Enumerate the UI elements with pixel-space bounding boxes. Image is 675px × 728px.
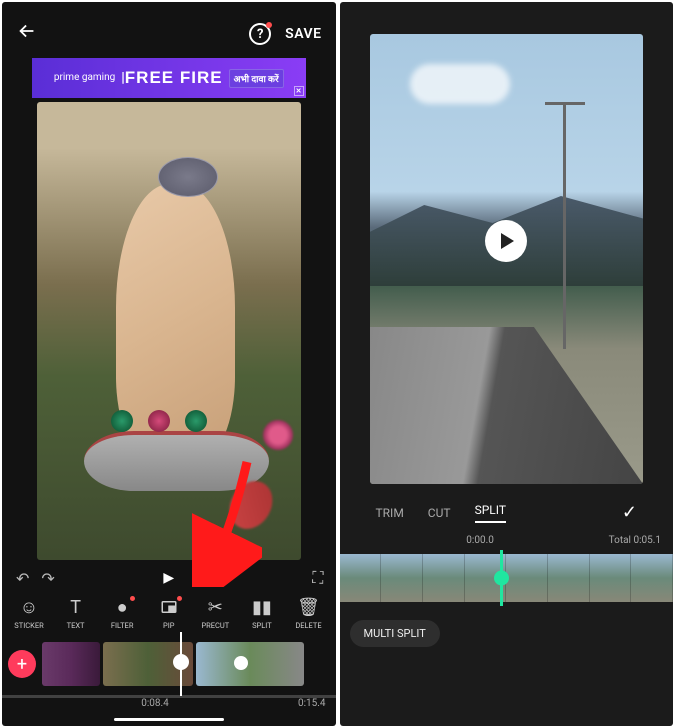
sticker-icon: ☺ xyxy=(20,596,38,618)
ad-badge: अभी दावा करें xyxy=(229,69,284,88)
tool-label: TEXT xyxy=(67,621,85,630)
save-button[interactable]: SAVE xyxy=(285,26,321,42)
top-bar: ? SAVE xyxy=(2,2,336,58)
play-icon[interactable] xyxy=(485,220,527,262)
fullscreen-icon[interactable]: ⛶ xyxy=(312,568,323,588)
home-indicator xyxy=(114,718,224,721)
toolbar: ☺ STICKER T TEXT ● FILTER PIP ✂ PRECUT ▮▮ SPLIT 🗑 DE… xyxy=(2,592,336,632)
timeline[interactable] xyxy=(340,554,674,602)
current-time: 0:00.0 xyxy=(466,535,494,546)
filter-icon: ● xyxy=(117,596,128,618)
tab-trim[interactable]: TRIM xyxy=(376,506,404,520)
playhead[interactable] xyxy=(500,550,503,606)
tool-filter[interactable]: ● FILTER xyxy=(99,596,145,630)
tool-split[interactable]: ▮▮ SPLIT xyxy=(239,596,285,630)
split-screen: TRIM CUT SPLIT ✓ 0:00.0 Total 0:05.1 MULTI … xyxy=(340,2,674,726)
tab-cut[interactable]: CUT xyxy=(428,506,451,520)
tool-text[interactable]: T TEXT xyxy=(53,596,99,630)
pip-icon xyxy=(160,596,178,618)
text-icon: T xyxy=(70,596,81,618)
video-preview[interactable] xyxy=(370,34,644,484)
playhead[interactable] xyxy=(180,632,182,696)
redo-button[interactable]: ↷ xyxy=(41,569,54,588)
tool-precut[interactable]: ✂ PRECUT xyxy=(192,596,238,630)
clip-thumb[interactable] xyxy=(196,642,304,686)
tool-label: DELETE xyxy=(295,621,321,630)
multi-split-button[interactable]: MULTI SPLIT xyxy=(350,620,440,647)
tool-delete[interactable]: 🗑 DELETE xyxy=(285,596,331,630)
split-icon: ▮▮ xyxy=(252,596,272,618)
total-time: Total 0:05.1 xyxy=(609,535,661,546)
confirm-button[interactable]: ✓ xyxy=(622,502,637,523)
time-row: 0:00.0 Total 0:05.1 xyxy=(340,531,674,550)
timeline[interactable]: + xyxy=(2,632,336,696)
undo-button[interactable]: ↶ xyxy=(16,569,29,588)
back-button[interactable] xyxy=(16,20,38,48)
time-row: 0:08.4 0:15.4 xyxy=(2,696,336,715)
play-button[interactable]: ▶ xyxy=(163,570,174,586)
ad-brand: prime gaming xyxy=(54,73,115,83)
tool-pip[interactable]: PIP xyxy=(146,596,192,630)
ad-close-icon[interactable]: ✕ xyxy=(294,86,304,96)
precut-icon: ✂ xyxy=(208,596,223,618)
total-time: 0:15.4 xyxy=(298,698,326,709)
help-icon[interactable]: ? xyxy=(249,23,271,45)
tool-sticker[interactable]: ☺ STICKER xyxy=(6,596,52,630)
edit-tabs: TRIM CUT SPLIT ✓ xyxy=(340,484,674,531)
video-preview[interactable] xyxy=(37,102,301,560)
tool-label: FILTER xyxy=(111,621,134,630)
tab-split[interactable]: SPLIT xyxy=(475,503,506,523)
playback-row: ↶ ↷ ▶ ⛶ xyxy=(2,566,336,592)
editor-screen: ? SAVE prime gaming | FREE FIRE अभी दावा… xyxy=(2,2,336,726)
delete-icon: 🗑 xyxy=(297,596,320,618)
tool-label: STICKER xyxy=(14,621,43,630)
current-time: 0:08.4 xyxy=(141,698,169,709)
ad-banner[interactable]: prime gaming | FREE FIRE अभी दावा करें ✕ xyxy=(32,58,306,98)
tool-label: PRECUT xyxy=(201,621,229,630)
ad-title: FREE FIRE xyxy=(125,68,223,88)
tool-label: PIP xyxy=(163,621,175,630)
tool-label: SPLIT xyxy=(252,621,272,630)
clip-thumb[interactable] xyxy=(42,642,100,686)
clip-strip[interactable] xyxy=(42,642,336,686)
add-clip-button[interactable]: + xyxy=(8,650,36,678)
